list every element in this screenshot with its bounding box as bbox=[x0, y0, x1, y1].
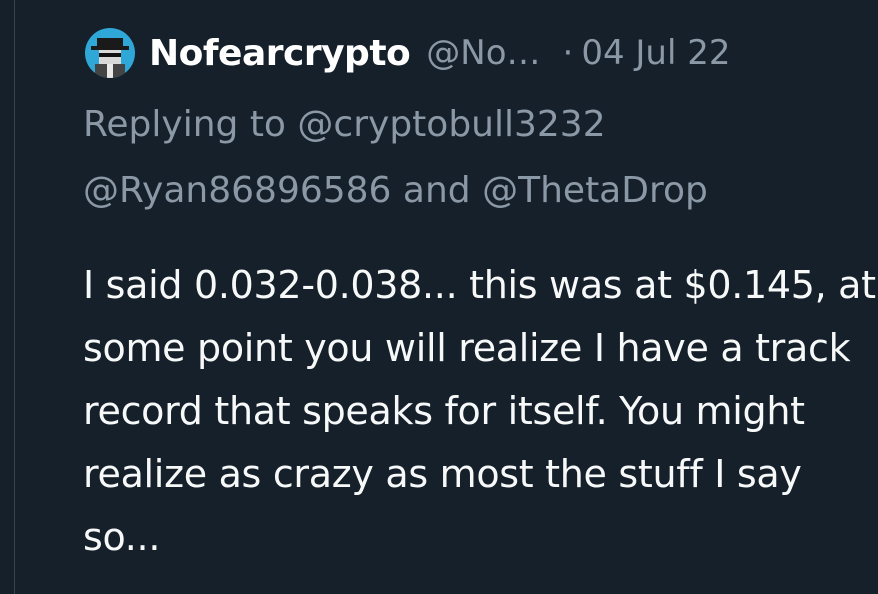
tweet-card[interactable]: Nofearcrypto @No… · 04 Jul 22 Replying t… bbox=[14, 0, 878, 594]
tweet-header: Nofearcrypto @No… · 04 Jul 22 bbox=[85, 25, 731, 81]
mention-ryan86896586[interactable]: @Ryan86896586 bbox=[83, 170, 391, 211]
reply-prefix: Replying to bbox=[83, 104, 286, 145]
tweet-body-text: I said 0.032-0.038... this was at $0.145… bbox=[83, 263, 876, 559]
reply-context: Replying to @cryptobull3232 @Ryan8689658… bbox=[83, 92, 878, 224]
avatar[interactable] bbox=[85, 28, 135, 78]
pixel-art-detective-avatar-icon bbox=[85, 28, 135, 78]
author-handle[interactable]: @No… bbox=[426, 33, 540, 73]
mention-cryptobull3232[interactable]: @cryptobull3232 bbox=[297, 104, 605, 145]
reply-conjunction: and bbox=[402, 170, 471, 211]
author-display-name[interactable]: Nofearcrypto bbox=[149, 33, 411, 74]
mention-thetadrop[interactable]: @ThetaDrop bbox=[482, 170, 708, 211]
tweet-date[interactable]: 04 Jul 22 bbox=[581, 33, 730, 73]
separator-dot: · bbox=[562, 33, 574, 73]
